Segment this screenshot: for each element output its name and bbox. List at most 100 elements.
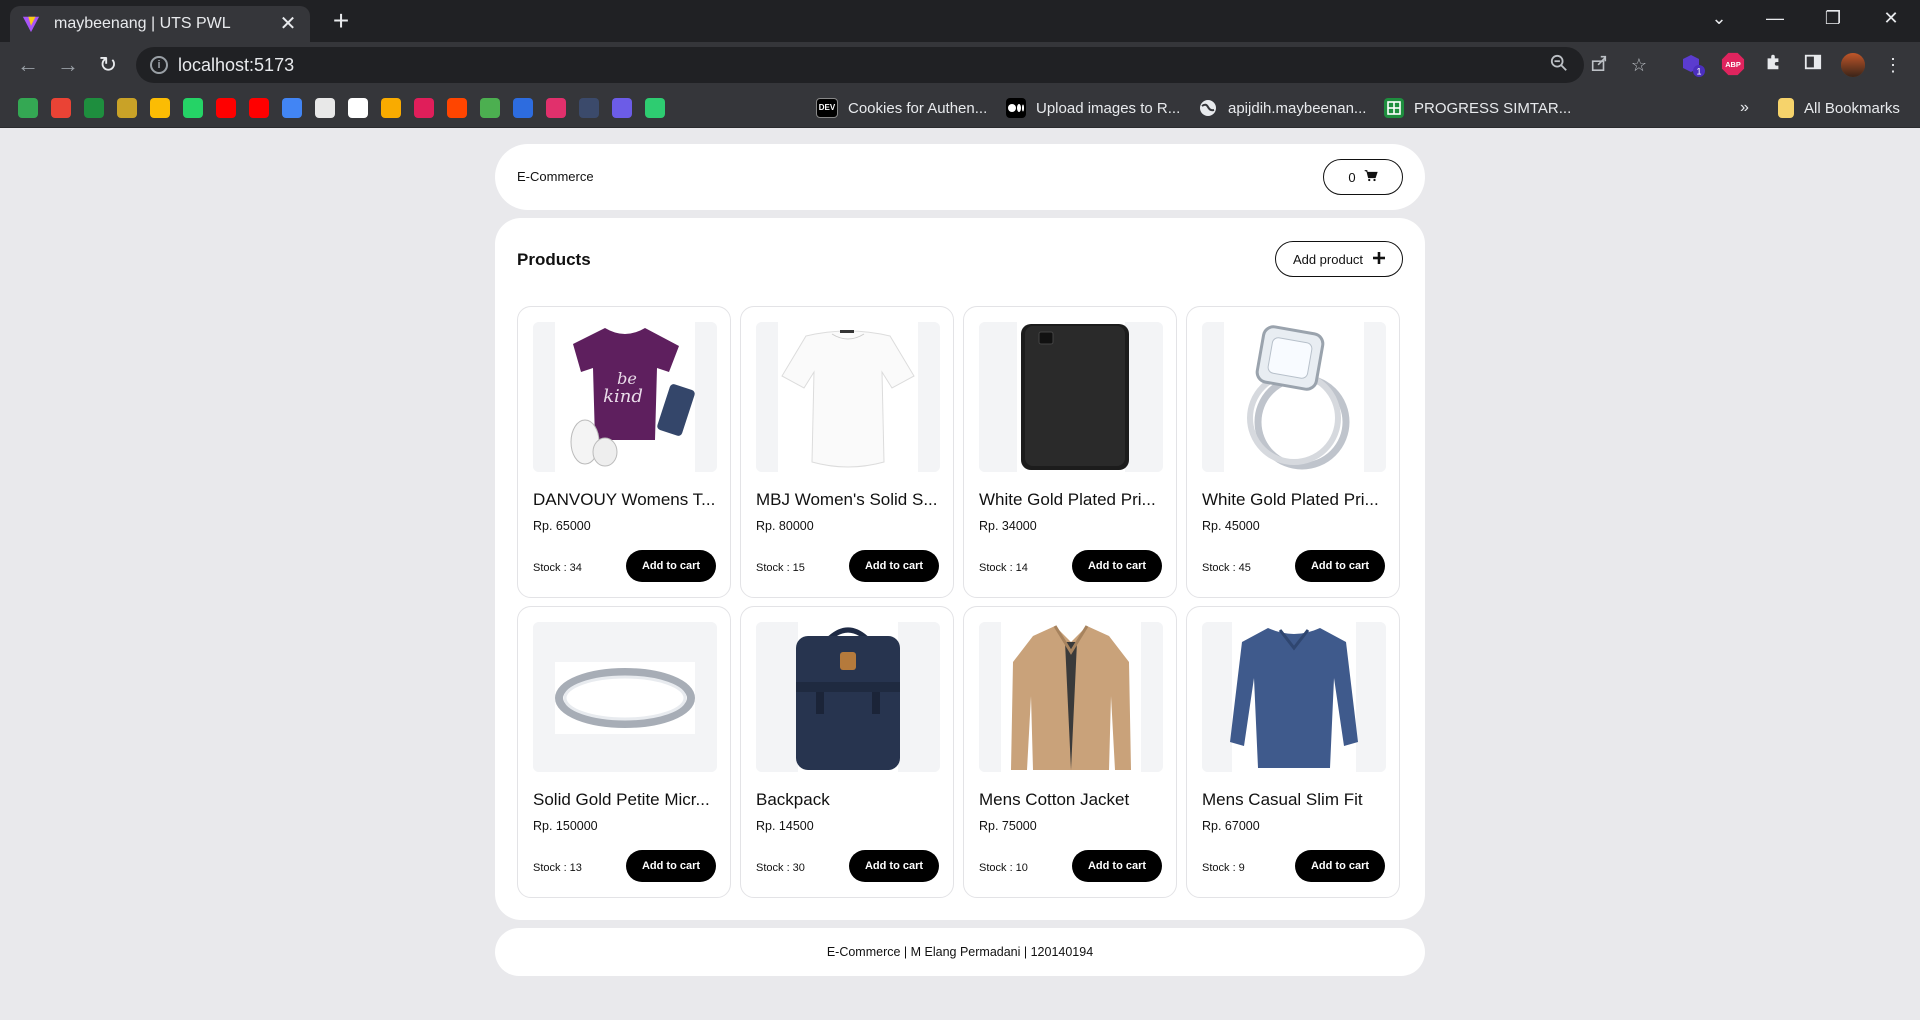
product-name: Mens Casual Slim Fit [1202,790,1363,809]
tab-close-icon[interactable]: ✕ [278,14,298,34]
product-image[interactable] [756,322,940,472]
slack-bookmark[interactable] [414,98,434,118]
s-logo-icon [513,98,533,118]
browser-tab[interactable]: maybeenang | UTS PWL ✕ [10,6,310,42]
share-icon[interactable] [1588,54,1610,76]
bookmark-cookies-for-authen[interactable]: DEV Cookies for Authen... [816,98,987,118]
reload-icon[interactable]: ↻ [94,52,122,80]
google-drive-bookmark[interactable] [18,98,38,118]
zoom-icon[interactable] [1548,54,1570,76]
adblock-icon[interactable]: ABP [1720,52,1746,78]
instagram-icon [546,98,566,118]
product-image[interactable] [979,322,1163,472]
add-to-cart-button[interactable]: Add to cart [849,550,939,582]
product-card[interactable]: MBJ Women's Solid S... Rp. 80000 Stock : 1… [740,306,954,598]
products-section: Products Add product be kind DANVOUY Women… [495,218,1425,920]
product-card[interactable]: be kind DANVOUY Womens T... Rp. 65000 Stock … [517,306,731,598]
address-bar[interactable]: i localhost:5173 ☆ [136,47,1647,83]
add-to-cart-button[interactable]: Add to cart [1295,550,1385,582]
feather-bookmark[interactable] [117,98,137,118]
browser-menu-icon[interactable]: ⋮ [1880,52,1906,78]
product-image[interactable] [533,622,717,772]
youtube-music-bookmark[interactable] [249,98,269,118]
minimize-icon[interactable]: — [1760,8,1790,29]
tds-bookmark[interactable] [579,98,599,118]
cart-button[interactable]: 0 [1323,159,1403,195]
site-info-icon[interactable]: i [150,56,168,74]
all-bookmarks-folder[interactable]: All Bookmarks [1778,98,1900,118]
footer-text: E-Commerce | M Elang Permadani | 1201401… [826,945,1094,959]
bookmark-progress-simtar[interactable]: PROGRESS SIMTAR... [1384,98,1571,118]
product-price: Rp. 45000 [1202,519,1260,533]
add-product-label: Add product [1292,251,1364,267]
product-price: Rp. 80000 [756,519,814,533]
youtube-bookmark[interactable] [216,98,236,118]
bookmark-label: Cookies for Authen... [848,99,988,117]
add-to-cart-button[interactable]: Add to cart [1072,550,1162,582]
reddit-icon [447,98,467,118]
bookmark-upload-images[interactable]: Upload images to R... [1006,98,1180,118]
product-image[interactable] [1202,622,1386,772]
product-name: Solid Gold Petite Micr... [533,790,710,809]
product-image[interactable]: be kind [533,322,717,472]
new-tab-icon[interactable]: + [326,7,356,35]
bookmark-star-icon[interactable]: ☆ [1628,54,1650,76]
product-image[interactable] [756,622,940,772]
tab-title: maybeenang | UTS PWL [54,15,231,32]
folder-icon [1778,98,1794,118]
extension-hexagon-icon[interactable]: 1 [1680,52,1706,78]
restore-icon[interactable]: ❐ [1818,8,1848,29]
product-name: White Gold Plated Pri... [1202,490,1379,509]
add-product-button[interactable]: Add product [1275,241,1403,277]
tab-search-chevron-icon[interactable]: ⌄ [1704,8,1734,29]
forward-icon[interactable]: → [54,52,82,80]
svg-text:kind: kind [603,386,643,407]
classroom-bookmark[interactable] [381,98,401,118]
add-to-cart-button[interactable]: Add to cart [849,850,939,882]
back-icon[interactable]: ← [14,52,42,80]
product-stock: Stock : 45 [1202,562,1251,574]
gmail-bookmark[interactable] [51,98,71,118]
product-stock: Stock : 14 [979,562,1028,574]
brand-title[interactable]: E-Commerce [517,169,594,184]
product-price: Rp. 14500 [756,819,814,833]
product-card[interactable]: White Gold Plated Pri... Rp. 34000 Stock :… [963,306,1177,598]
extensions-puzzle-icon[interactable] [1760,52,1786,78]
bookmarks-bar: DEV Cookies for Authen... Upload images … [0,88,1920,128]
bookmark-doc-bookmark[interactable] [315,98,335,118]
s-logo-bookmark[interactable] [513,98,533,118]
product-image[interactable] [1202,322,1386,472]
product-card[interactable]: Mens Cotton Jacket Rp. 75000 Stock : 10 Add… [963,606,1177,898]
translate-bookmark[interactable] [282,98,302,118]
more-bookmarks-icon[interactable]: » [1740,98,1749,118]
keep-bookmark[interactable] [150,98,170,118]
add-to-cart-button[interactable]: Add to cart [626,550,716,582]
window-close-icon[interactable]: ✕ [1876,8,1906,29]
pin-bookmark[interactable] [480,98,500,118]
whatsapp-bookmark[interactable] [183,98,203,118]
green-plus-bookmark[interactable] [84,98,104,118]
bookmark-apijdih[interactable]: apijdih.maybeenan... [1198,98,1366,118]
product-card[interactable]: Backpack Rp. 14500 Stock : 30 Add to cart [740,606,954,898]
product-image[interactable] [979,622,1163,772]
medium-icon [1006,98,1026,118]
tds-icon [579,98,599,118]
add-to-cart-button[interactable]: Add to cart [626,850,716,882]
reddit-bookmark[interactable] [447,98,467,118]
product-card[interactable]: Mens Casual Slim Fit Rp. 67000 Stock : 9 Ad… [1186,606,1400,898]
sheets-icon [1384,98,1404,118]
product-card[interactable]: Solid Gold Petite Micr... Rp. 150000 Stock… [517,606,731,898]
classroom-icon [381,98,401,118]
side-panel-icon[interactable] [1800,52,1826,78]
github-bookmark[interactable] [348,98,368,118]
keep-icon [150,98,170,118]
instagram-bookmark[interactable] [546,98,566,118]
profile-avatar[interactable] [1840,52,1866,78]
asterisk-bookmark[interactable] [645,98,665,118]
product-name: White Gold Plated Pri... [979,490,1156,509]
add-to-cart-button[interactable]: Add to cart [1072,850,1162,882]
youtube-icon [216,98,236,118]
product-card[interactable]: White Gold Plated Pri... Rp. 45000 Stock :… [1186,306,1400,598]
list-bookmark[interactable] [612,98,632,118]
add-to-cart-button[interactable]: Add to cart [1295,850,1385,882]
